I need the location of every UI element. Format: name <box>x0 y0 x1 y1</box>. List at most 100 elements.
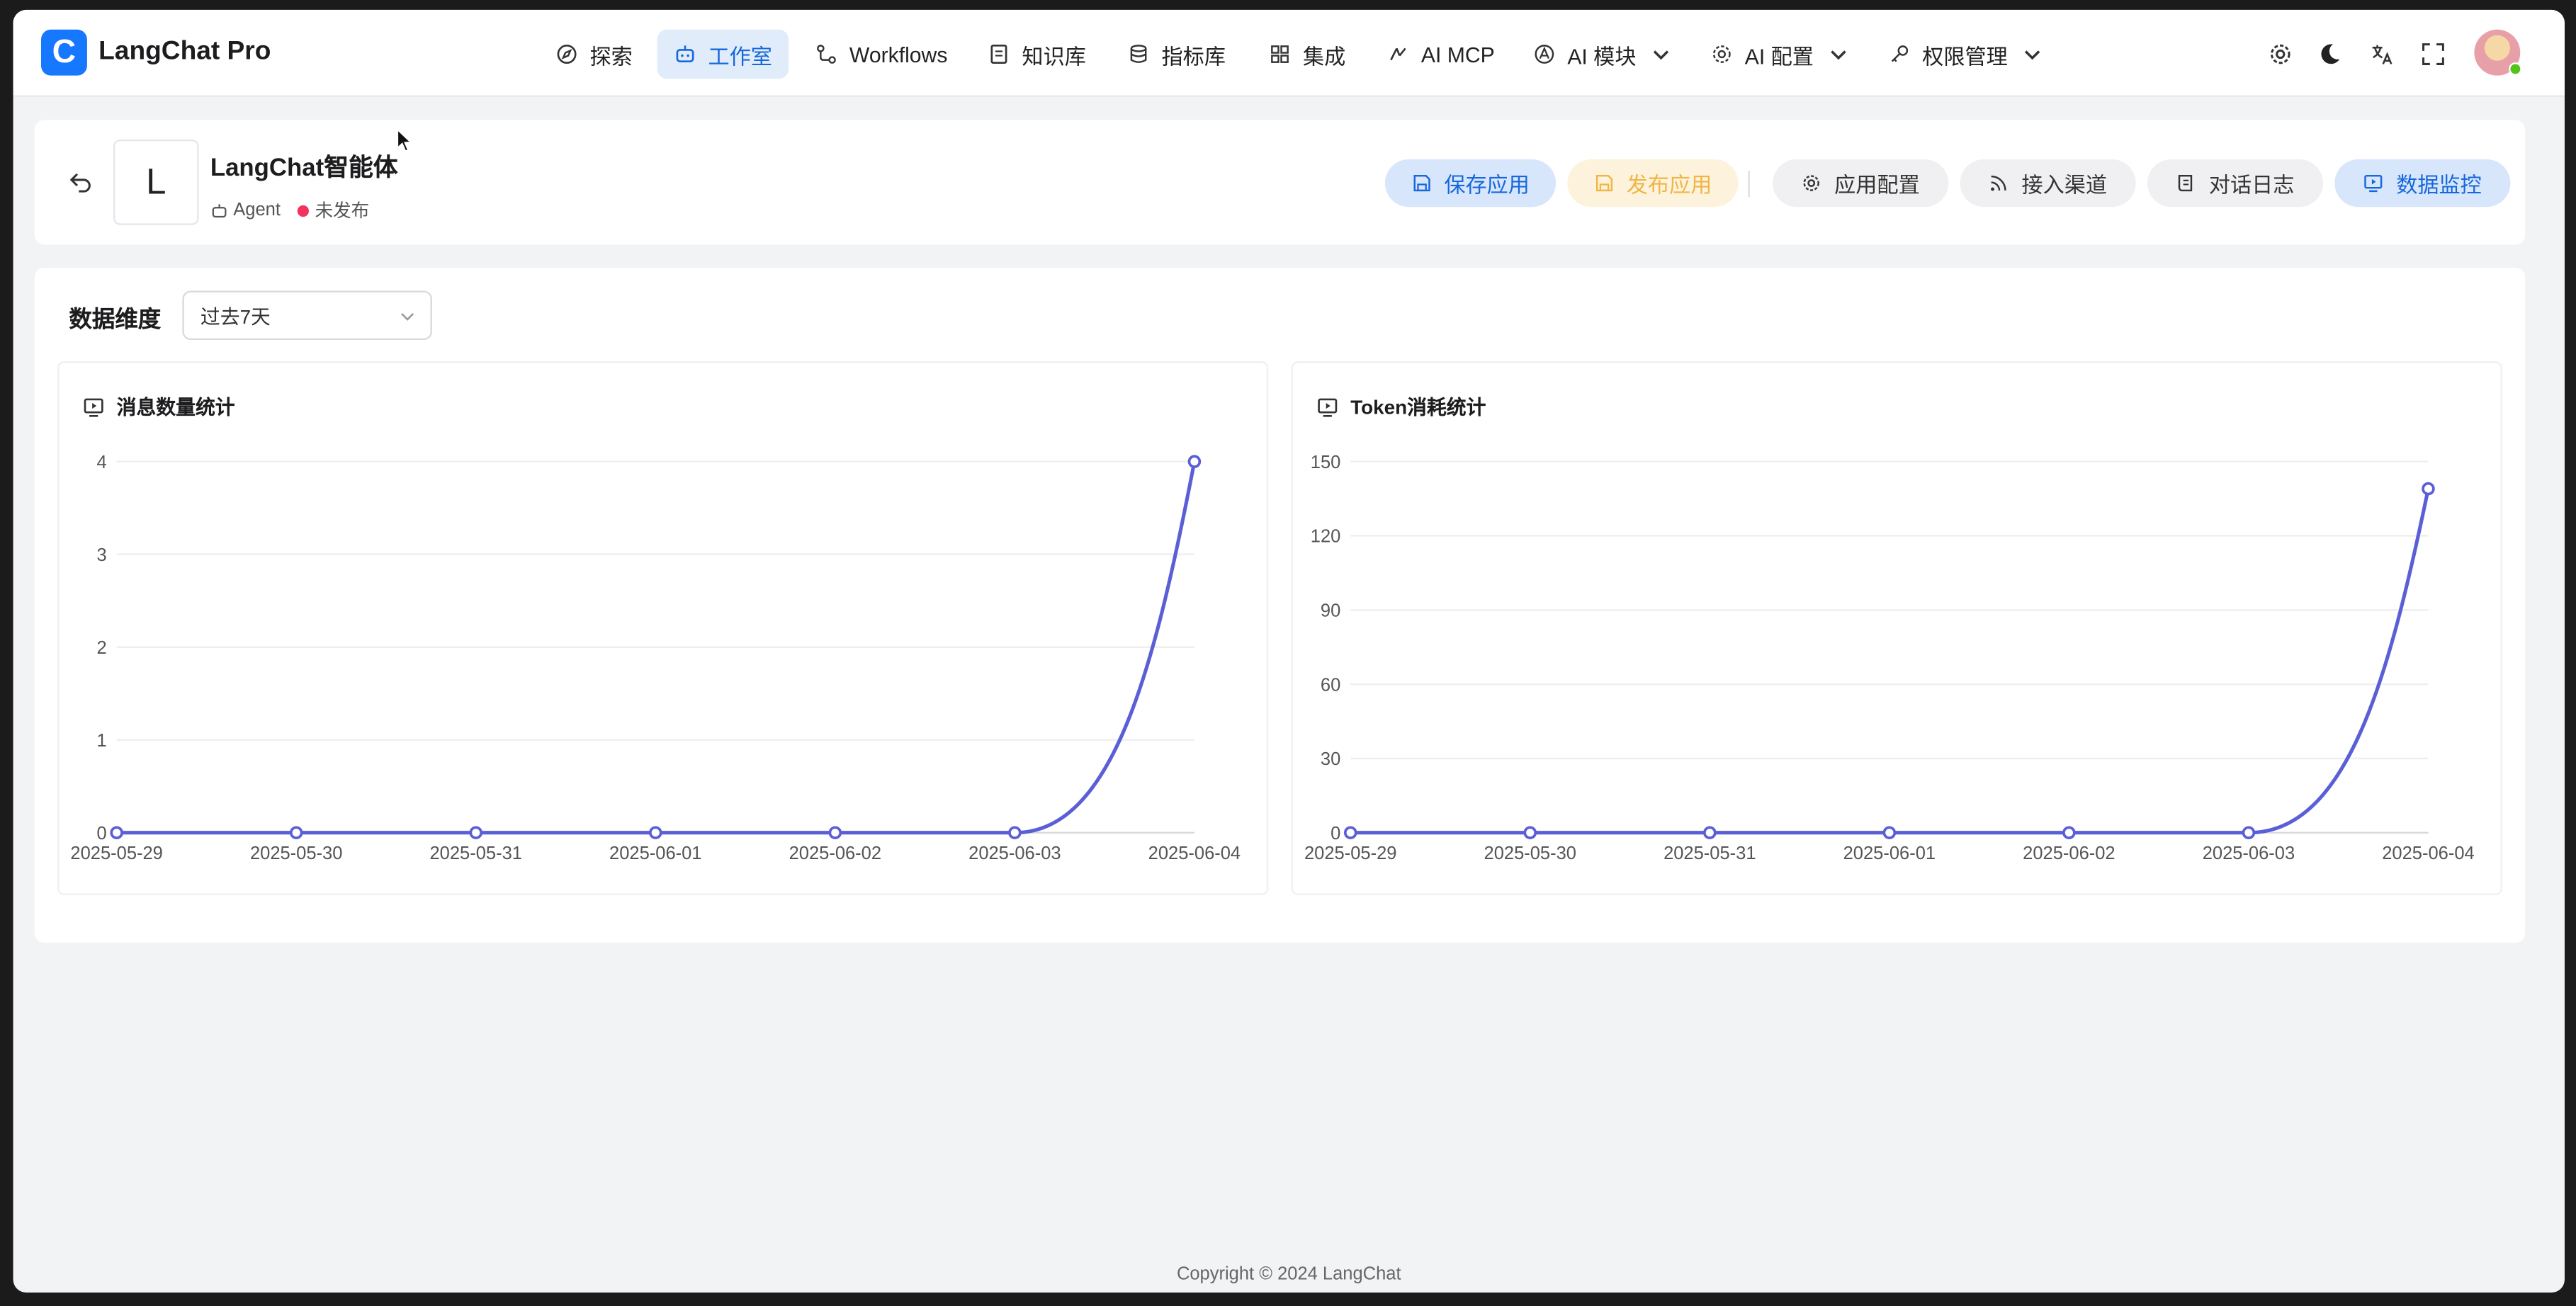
nav-metrics[interactable]: 指标库 <box>1111 30 1243 79</box>
dark-mode-icon[interactable] <box>2317 41 2343 67</box>
chevron-down-icon <box>1653 50 1669 60</box>
nav-workflows[interactable]: Workflows <box>798 30 964 79</box>
y-tick-label: 3 <box>97 545 107 565</box>
save-icon <box>1595 174 1613 192</box>
data-point <box>1187 455 1202 468</box>
data-point <box>1703 826 1717 840</box>
app-meta: Agent 未发布 <box>210 197 369 223</box>
save-app-button[interactable]: 保存应用 <box>1384 159 1557 208</box>
x-tick-label: 2025-06-02 <box>789 844 881 863</box>
rss-icon <box>1992 175 2007 191</box>
nav-label: AI MCP <box>1420 42 1495 67</box>
messages-line-chart: 0 1 2 3 4 2025-05-29 2025-05-30 2025-05-31 2025-… <box>70 453 1241 863</box>
y-tick-label: 90 <box>1321 601 1340 621</box>
nav-explore[interactable]: 探索 <box>539 30 649 79</box>
app-config-button[interactable]: 应用配置 <box>1773 159 1949 208</box>
x-tick-label: 2025-06-02 <box>2023 844 2115 863</box>
key-icon <box>1891 45 1909 62</box>
settings-icon[interactable] <box>2267 41 2293 67</box>
divider <box>1748 171 1750 198</box>
x-tick-label: 2025-05-31 <box>1663 844 1756 863</box>
app-type: Agent <box>233 200 281 220</box>
nav-ai-mcp[interactable]: AI MCP <box>1370 30 1511 79</box>
publish-app-button[interactable]: 发布应用 <box>1567 159 1739 208</box>
workflow-icon <box>817 45 836 64</box>
nav-permissions[interactable]: 权限管理 <box>1871 30 2060 79</box>
nav-label: 工作室 <box>708 43 772 69</box>
gear-icon <box>1712 45 1731 63</box>
book-icon <box>990 45 1007 64</box>
nav-label: AI 模块 <box>1567 43 1637 69</box>
nav-label: 权限管理 <box>1922 43 2008 69</box>
time-range-select[interactable]: 过去7天 <box>182 290 432 341</box>
y-tick-label: 0 <box>97 824 107 844</box>
data-monitor-button[interactable]: 数据监控 <box>2334 159 2511 208</box>
channels-button[interactable]: 接入渠道 <box>1960 159 2136 208</box>
data-point <box>1008 826 1022 840</box>
nav-label: 探索 <box>589 43 633 69</box>
x-tick-label: 2025-05-29 <box>1304 844 1396 863</box>
y-tick-label: 120 <box>1311 527 1341 547</box>
app-avatar: L <box>113 140 199 225</box>
translate-icon[interactable] <box>2369 41 2395 67</box>
chat-logs-button[interactable]: 对话日志 <box>2147 159 2324 208</box>
status-badge: 未发布 <box>315 202 370 222</box>
data-point <box>1343 826 1357 840</box>
nav-label: 集成 <box>1302 43 1346 69</box>
module-icon <box>1535 45 1554 64</box>
button-label: 发布应用 <box>1626 172 1712 198</box>
x-tick-label: 2025-06-04 <box>1148 844 1241 863</box>
nav-label: 知识库 <box>1022 43 1086 69</box>
brand-name: LangChat Pro <box>98 38 271 66</box>
grid-icon <box>1271 45 1289 63</box>
status-dot <box>297 204 309 216</box>
app-window: C LangChat Pro 探索 工作室 Workflows 知识库 指标库 … <box>13 9 2565 1293</box>
button-label: 数据监控 <box>2396 172 2482 198</box>
save-icon <box>1413 174 1430 192</box>
y-tick-label: 150 <box>1311 453 1341 472</box>
y-tick-label: 2 <box>97 638 107 658</box>
y-tick-label: 30 <box>1321 749 1340 769</box>
button-label: 应用配置 <box>1834 172 1920 198</box>
dimension-label: 数据维度 <box>69 305 162 332</box>
series-line <box>1350 488 2430 835</box>
data-point <box>2062 826 2076 840</box>
x-tick-label: 2025-05-30 <box>1484 844 1576 863</box>
data-point <box>110 826 123 840</box>
user-avatar[interactable] <box>2474 29 2522 76</box>
tokens-chart-card: Token消耗统计 0 30 60 90 120 150 2025-05-29 2025-05… <box>1291 361 2502 895</box>
robot-icon <box>212 203 227 217</box>
brand[interactable]: C LangChat Pro <box>40 29 271 76</box>
button-label: 接入渠道 <box>2021 172 2108 198</box>
nav-studio[interactable]: 工作室 <box>657 29 789 79</box>
data-point <box>649 826 662 840</box>
app-title: LangChat智能体 <box>210 154 398 183</box>
robot-icon <box>676 45 694 62</box>
x-tick-label: 2025-06-01 <box>609 844 701 863</box>
x-tick-label: 2025-06-01 <box>1843 844 1936 863</box>
nav-ai-config[interactable]: AI 配置 <box>1694 30 1866 79</box>
database-icon <box>1130 45 1147 63</box>
gear-icon <box>1804 175 1821 191</box>
y-tick-label: 1 <box>97 731 107 751</box>
chevron-down-icon <box>401 313 414 321</box>
x-tick-label: 2025-05-30 <box>250 844 342 863</box>
nav-integration[interactable]: 集成 <box>1252 30 1362 79</box>
x-tick-label: 2025-05-29 <box>70 844 162 863</box>
logo-icon: C <box>40 29 87 76</box>
back-icon[interactable] <box>67 169 94 195</box>
monitor-panel: 数据维度 过去7天 消息数量统计 0 1 2 3 4 2025-05-29 2025-05-… <box>34 267 2526 943</box>
mouse-cursor-icon <box>397 128 412 152</box>
x-tick-label: 2025-06-04 <box>2382 844 2474 863</box>
nav-knowledge[interactable]: 知识库 <box>971 30 1103 79</box>
y-tick-label: 4 <box>97 453 107 472</box>
mcp-icon <box>1390 47 1406 61</box>
nav-ai-module[interactable]: AI 模块 <box>1516 30 1688 79</box>
y-tick-label: 0 <box>1331 824 1340 844</box>
data-point <box>1523 826 1537 840</box>
x-tick-label: 2025-06-03 <box>968 844 1061 863</box>
nav-label: AI 配置 <box>1744 43 1814 69</box>
monitor-icon <box>2365 174 2383 193</box>
button-label: 对话日志 <box>2208 172 2295 198</box>
fullscreen-icon[interactable] <box>2420 41 2446 67</box>
